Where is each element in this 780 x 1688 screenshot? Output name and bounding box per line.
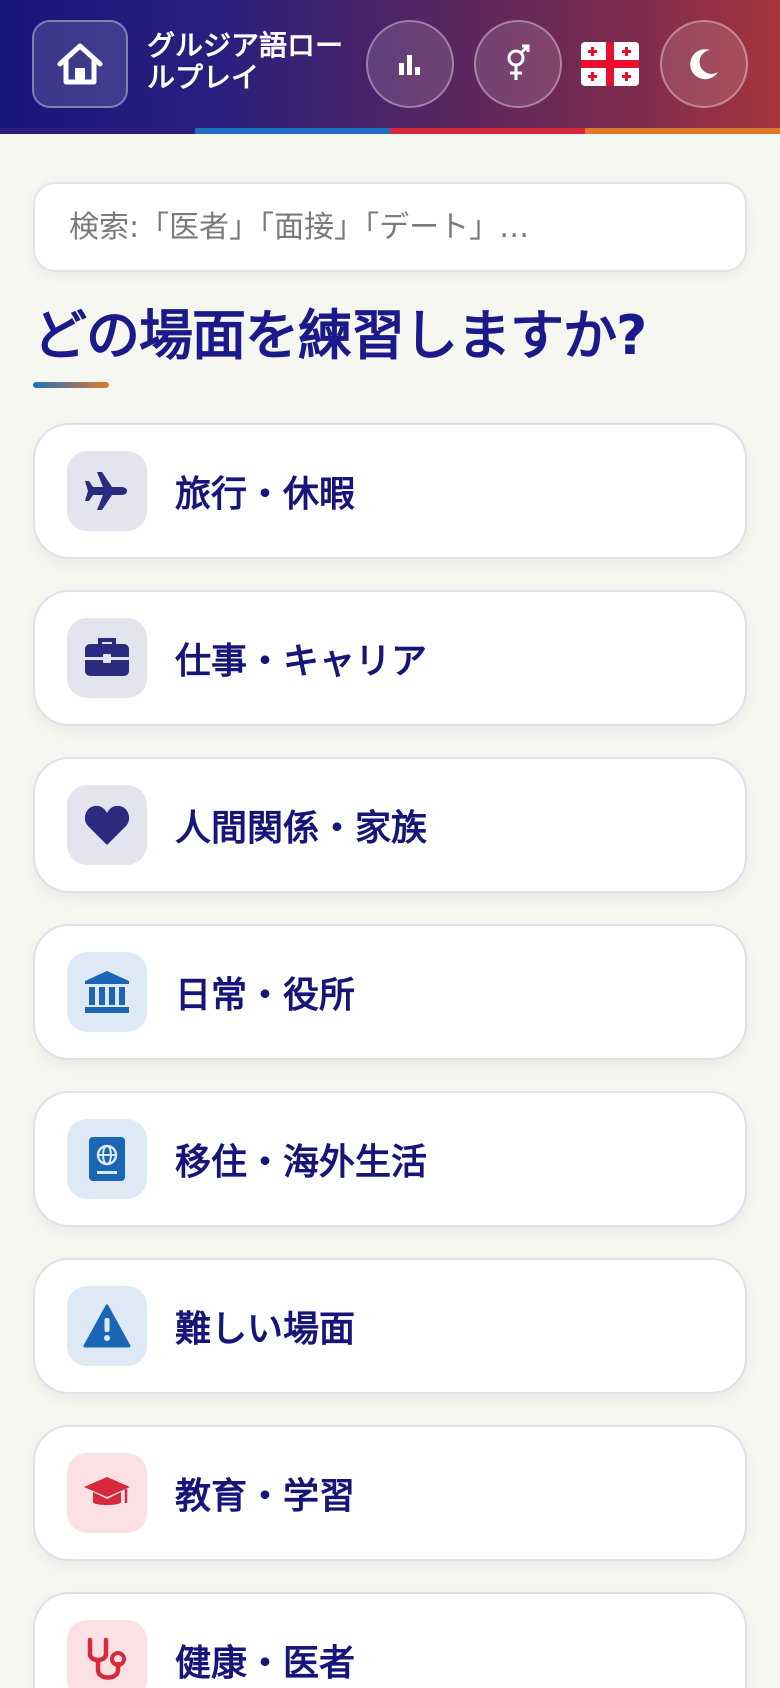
stats-button[interactable] xyxy=(366,20,454,108)
stats-icon xyxy=(397,51,423,77)
category-card-difficult-situations[interactable]: 難しい場面 xyxy=(33,1258,747,1394)
category-label: 旅行・休暇 xyxy=(175,474,356,515)
category-card-health[interactable]: 健康・医者 xyxy=(33,1592,747,1688)
app-root: グルジア語ロールプレイ 検索:「医者」「面接」「デート」… どの場面を練習します… xyxy=(0,0,780,1688)
category-card-travel[interactable]: 旅行・休暇 xyxy=(33,423,747,559)
gender-button[interactable] xyxy=(474,20,562,108)
app-header: グルジア語ロールプレイ xyxy=(0,0,780,130)
warning-icon xyxy=(67,1286,147,1366)
category-label: 人間関係・家族 xyxy=(175,808,428,849)
category-label: 健康・医者 xyxy=(175,1643,356,1684)
category-label: 難しい場面 xyxy=(175,1309,356,1350)
category-list: 旅行・休暇 仕事・キャリア 人間関係・家族 日常・役所 移住・海外生活 難しい場… xyxy=(33,423,747,1688)
category-card-education[interactable]: 教育・学習 xyxy=(33,1425,747,1561)
category-card-relocation[interactable]: 移住・海外生活 xyxy=(33,1091,747,1227)
dark-mode-button[interactable] xyxy=(660,20,748,108)
briefcase-icon xyxy=(67,618,147,698)
gender-icon xyxy=(504,44,532,84)
language-flag-button[interactable] xyxy=(580,38,640,90)
graduation-cap-icon xyxy=(67,1453,147,1533)
page-title: どの場面を練習しますか? xyxy=(33,304,647,367)
bank-icon xyxy=(67,952,147,1032)
category-card-work[interactable]: 仕事・キャリア xyxy=(33,590,747,726)
search-box[interactable] xyxy=(33,182,747,272)
title-underline xyxy=(33,382,109,388)
category-card-relationships[interactable]: 人間関係・家族 xyxy=(33,757,747,893)
category-label: 仕事・キャリア xyxy=(175,641,428,682)
passport-icon xyxy=(67,1119,147,1199)
search-input[interactable] xyxy=(67,208,711,246)
home-button[interactable] xyxy=(32,20,128,108)
home-icon xyxy=(54,40,106,88)
category-label: 移住・海外生活 xyxy=(175,1142,428,1183)
category-card-daily-life[interactable]: 日常・役所 xyxy=(33,924,747,1060)
header-accent-stripe xyxy=(0,128,780,134)
category-label: 教育・学習 xyxy=(175,1476,356,1517)
heart-icon xyxy=(67,785,147,865)
moon-icon xyxy=(686,46,722,82)
georgia-flag-icon xyxy=(581,42,639,86)
app-title: グルジア語ロールプレイ xyxy=(147,29,344,94)
stethoscope-icon xyxy=(67,1620,147,1688)
airplane-icon xyxy=(67,451,147,531)
category-label: 日常・役所 xyxy=(175,975,356,1016)
